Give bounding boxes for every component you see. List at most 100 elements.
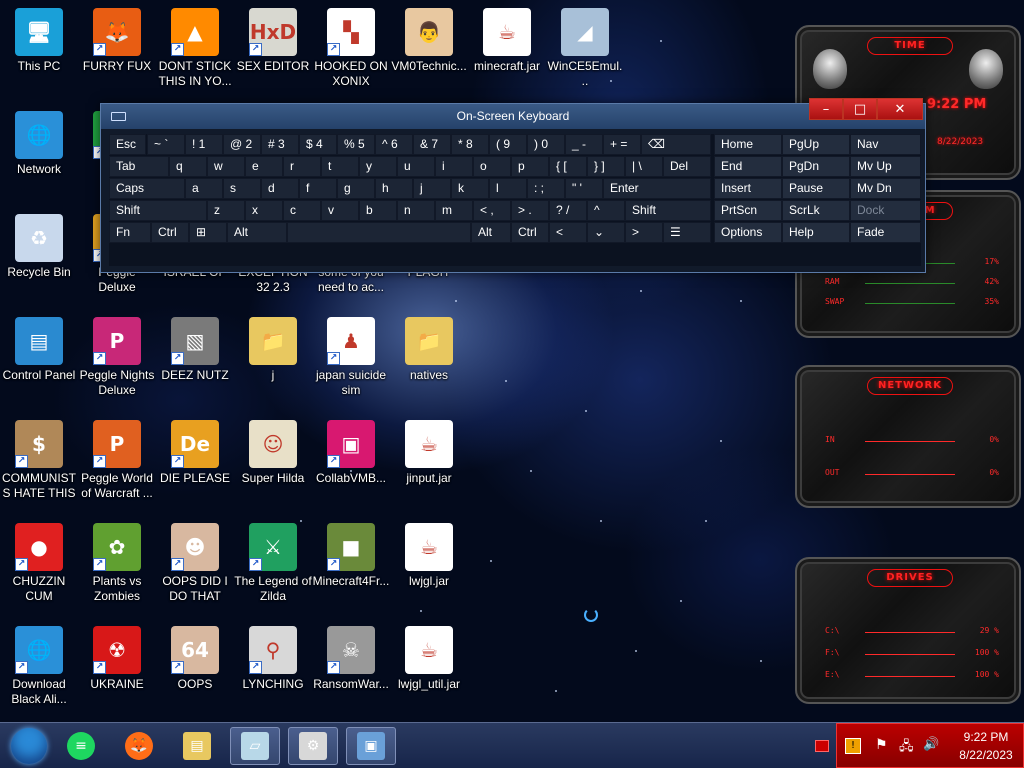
desktop-icon[interactable]: P ↗ Peggle World of Warcraft ... [78, 420, 156, 501]
osk-nav-key[interactable]: PgUp [782, 134, 850, 155]
osk-key[interactable]: w [207, 156, 245, 177]
osk-key[interactable]: Caps [109, 178, 185, 199]
osk-key[interactable]: Tab [109, 156, 169, 177]
osk-nav-key[interactable]: Dock [850, 200, 921, 221]
osk-key[interactable]: m [435, 200, 473, 221]
osk-key[interactable]: ^ 6 [375, 134, 413, 155]
osk-key[interactable]: g [337, 178, 375, 199]
file-explorer-taskbar-button[interactable]: ▤ [172, 727, 222, 765]
remote-desktop-taskbar-button[interactable]: ▣ [346, 727, 396, 765]
desktop-icon[interactable]: ☕ jinput.jar [390, 420, 468, 486]
osk-key[interactable]: c [283, 200, 321, 221]
osk-key[interactable]: ⊞ [189, 222, 227, 243]
osk-key[interactable]: t [321, 156, 359, 177]
osk-key[interactable]: _ - [565, 134, 603, 155]
osk-nav-key[interactable]: Insert [714, 178, 782, 199]
osk-key[interactable]: r [283, 156, 321, 177]
osk-key[interactable]: ? / [549, 200, 587, 221]
osk-nav-key[interactable]: Mv Dn [850, 178, 921, 199]
osk-key[interactable]: x [245, 200, 283, 221]
osk-nav-key[interactable]: Home [714, 134, 782, 155]
show-notification-icon[interactable] [815, 740, 829, 752]
osk-key[interactable]: h [375, 178, 413, 199]
osk-nav-key[interactable]: ScrLk [782, 200, 850, 221]
osk-key[interactable]: | \ [625, 156, 663, 177]
desktop-icon[interactable]: 🌐 Network [0, 111, 78, 177]
osk-key[interactable]: < , [473, 200, 511, 221]
desktop-icon[interactable]: ▧ ↗ DEEZ NUTZ [156, 317, 234, 383]
desktop-icon[interactable]: De ↗ DIE PLEASE [156, 420, 234, 486]
notepad-taskbar-button[interactable]: ▱ [230, 727, 280, 765]
desktop-icon[interactable]: ▣ ↗ CollabVMB... [312, 420, 390, 486]
osk-key[interactable]: % 5 [337, 134, 375, 155]
osk-nav-key[interactable]: Nav [850, 134, 921, 155]
desktop-icon[interactable]: ☕ lwjgl.jar [390, 523, 468, 589]
desktop-icon[interactable]: ▤ Control Panel [0, 317, 78, 383]
desktop-icon[interactable]: 👨 VM0Technic... [390, 8, 468, 74]
firefox-taskbar-button[interactable]: 🦊 [114, 727, 164, 765]
osk-key[interactable]: Alt [471, 222, 511, 243]
osk-key[interactable]: Shift [625, 200, 711, 221]
osk-nav-key[interactable]: Fade [850, 222, 921, 243]
osk-key[interactable]: # 3 [261, 134, 299, 155]
desktop-icon[interactable]: ☕ minecraft.jar [468, 8, 546, 74]
desktop-icon[interactable]: $↗COMMUNISTS HATE THIS G... [0, 420, 78, 501]
desktop-icon[interactable]: HxD ↗ SEX EDITOR [234, 8, 312, 74]
control-panel-taskbar-button[interactable]: ⚙ [288, 727, 338, 765]
osk-key[interactable]: & 7 [413, 134, 451, 155]
desktop-icon[interactable]: 🖥 This PC [0, 8, 78, 74]
osk-key[interactable]: " ' [565, 178, 603, 199]
osk-key[interactable]: > [625, 222, 663, 243]
osk-key[interactable]: : ; [527, 178, 565, 199]
osk-key[interactable]: ) 0 [527, 134, 565, 155]
osk-key[interactable]: ⌫ [641, 134, 711, 155]
maximize-button[interactable]: □ [843, 98, 877, 120]
desktop-icon[interactable]: ◢ WinCE5Emul... [546, 8, 624, 89]
osk-key[interactable]: k [451, 178, 489, 199]
osk-key[interactable]: + = [603, 134, 641, 155]
osk-key[interactable]: Del [663, 156, 711, 177]
network-icon[interactable]: 🖧 [899, 737, 914, 759]
desktop-icon[interactable]: ☺ Super Hilda [234, 420, 312, 486]
desktop-icon[interactable]: ▲ ↗ DONT STICK THIS IN YO... [156, 8, 234, 89]
osk-key[interactable]: Ctrl [151, 222, 189, 243]
osk-nav-key[interactable]: Options [714, 222, 782, 243]
clock[interactable]: 9:22 PM 8/22/2023 [953, 728, 1019, 764]
desktop-icon[interactable]: 64 ↗ OOPS [156, 626, 234, 692]
osk-key[interactable]: Ctrl [511, 222, 549, 243]
alert-icon[interactable]: ! [845, 738, 861, 754]
osk-nav-key[interactable]: Pause [782, 178, 850, 199]
close-button[interactable]: ✕ [877, 98, 923, 120]
osk-key[interactable]: Enter [603, 178, 711, 199]
osk-key[interactable]: Fn [109, 222, 151, 243]
osk-key[interactable]: < [549, 222, 587, 243]
osk-key[interactable]: ⌄ [587, 222, 625, 243]
desktop-icon[interactable]: ● ↗ CHUZZIN CUM [0, 523, 78, 604]
osk-key[interactable] [287, 222, 471, 243]
osk-key[interactable]: Shift [109, 200, 207, 221]
osk-key[interactable]: ( 9 [489, 134, 527, 155]
desktop-icon[interactable]: ⚔ ↗ The Legend of Zilda [234, 523, 312, 604]
osk-key[interactable]: Alt [227, 222, 287, 243]
osk-key[interactable]: ☰ [663, 222, 711, 243]
desktop-icon[interactable]: ☻ ↗ OOPS DID I DO THAT [156, 523, 234, 604]
osk-key[interactable]: y [359, 156, 397, 177]
desktop-icon[interactable]: 📁 j [234, 317, 312, 383]
osk-nav-key[interactable]: PrtScn [714, 200, 782, 221]
desktop-icon[interactable]: ♻ Recycle Bin [0, 214, 78, 280]
osk-nav-key[interactable]: Mv Up [850, 156, 921, 177]
osk-key[interactable]: s [223, 178, 261, 199]
flag-icon[interactable]: ⚑ [875, 737, 888, 753]
osk-key[interactable]: * 8 [451, 134, 489, 155]
osk-key[interactable]: f [299, 178, 337, 199]
spotify-taskbar-button[interactable]: ≡ [56, 727, 106, 765]
osk-key[interactable]: i [435, 156, 473, 177]
osk-key[interactable]: ! 1 [185, 134, 223, 155]
desktop-icon[interactable]: ♟ ↗ japan suicide sim [312, 317, 390, 398]
osk-key[interactable]: d [261, 178, 299, 199]
osk-key[interactable]: @ 2 [223, 134, 261, 155]
desktop-icon[interactable]: ☢ ↗ UKRAINE [78, 626, 156, 692]
osk-key[interactable]: v [321, 200, 359, 221]
osk-key[interactable]: j [413, 178, 451, 199]
start-button[interactable] [4, 727, 54, 765]
